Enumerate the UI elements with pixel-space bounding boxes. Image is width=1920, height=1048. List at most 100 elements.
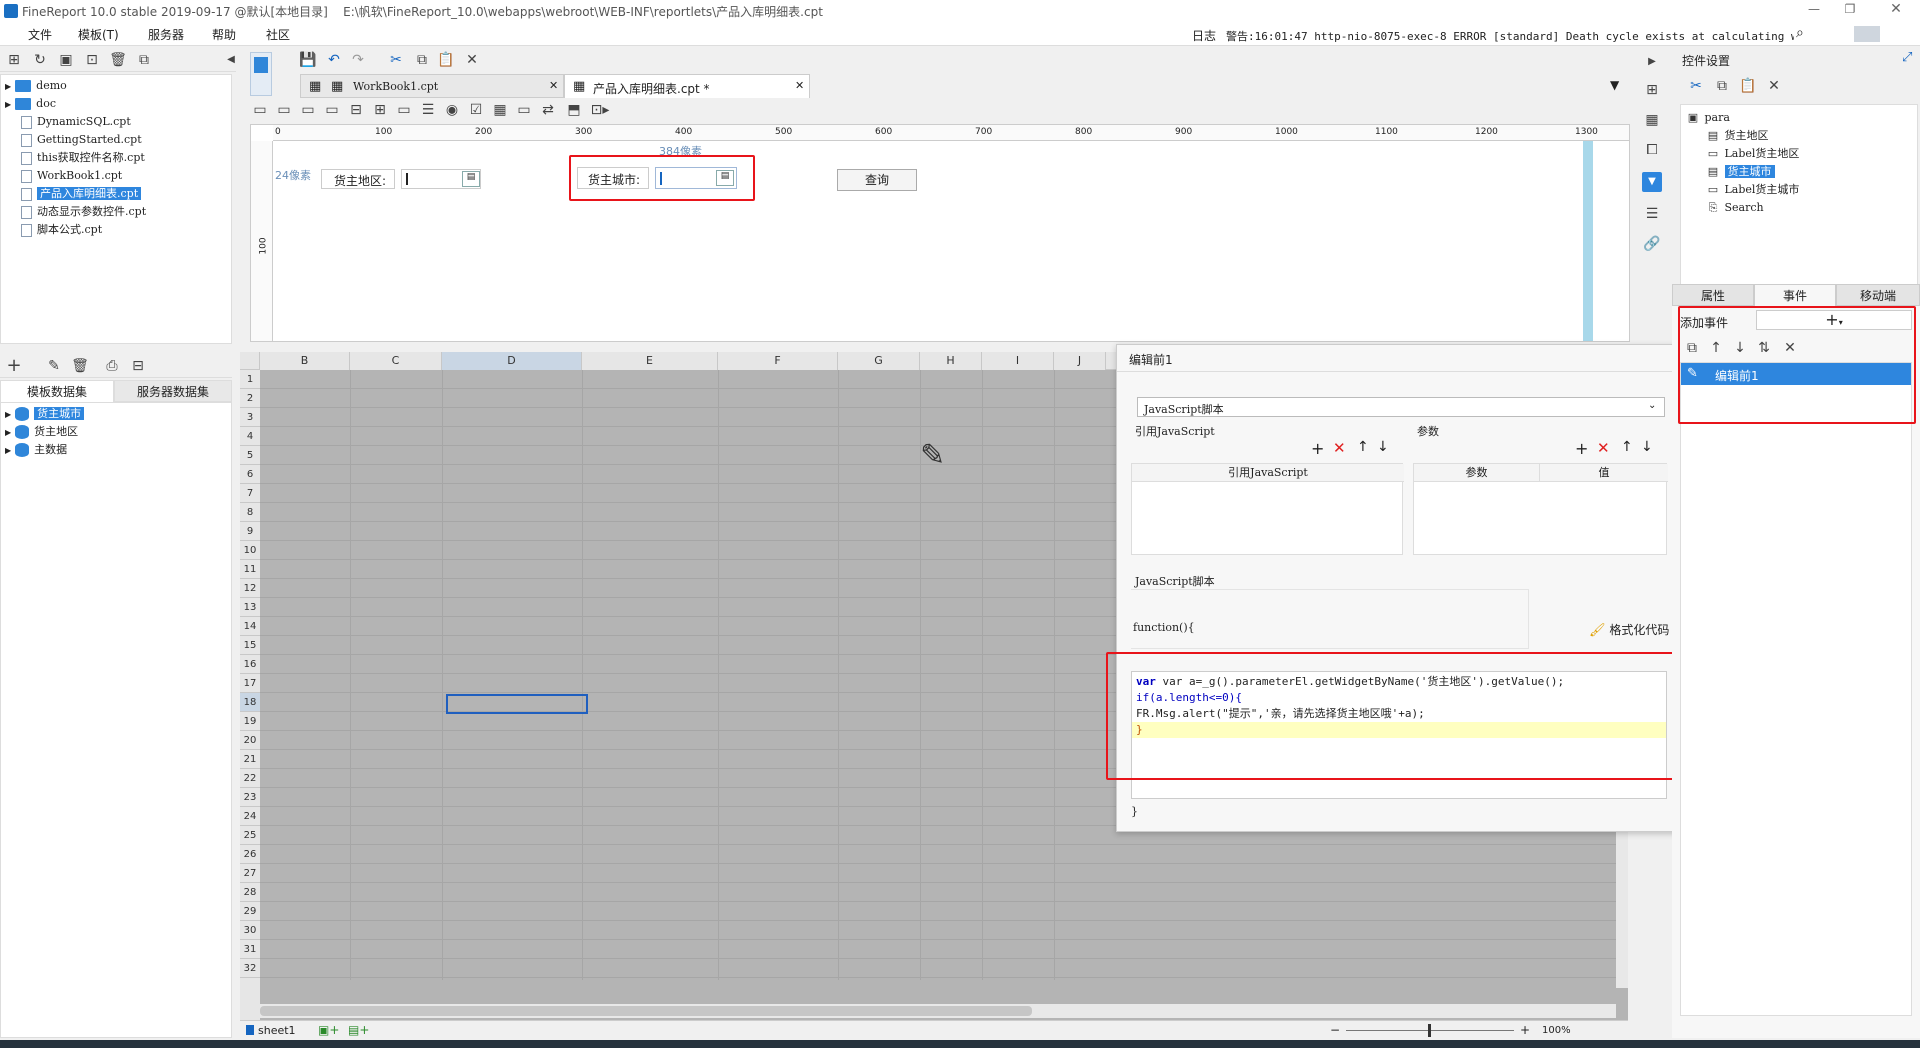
cell-element-icon[interactable]: ⊞ [1642,80,1662,100]
move-up-icon[interactable]: ↑ [1621,439,1633,455]
move-down-icon[interactable]: ↓ [1377,439,1389,455]
tab-workbook1[interactable]: ▦ ▦ WorkBook1.cpt ✕ [300,74,564,98]
col-header[interactable]: G [838,352,920,370]
widget-tree-item-selected[interactable]: ▤ 货主城市 [1705,163,1775,181]
row-number[interactable]: 6 [240,465,260,484]
slider-widget-icon[interactable]: ⇄ [538,100,558,120]
hyperlink-icon[interactable]: 🔗 [1642,234,1662,254]
tab-template-dataset[interactable]: 模板数据集 [0,380,114,402]
zoom-level[interactable]: 100% [1542,1025,1571,1036]
add-icon[interactable]: + [1311,439,1324,458]
tab-mobile[interactable]: 移动端 [1836,284,1920,306]
col-header[interactable]: D [442,352,582,370]
row-number[interactable]: 18 [240,693,260,712]
copy-icon[interactable]: ⧉ [134,50,154,70]
delete-icon[interactable]: ✕ [1764,76,1784,96]
button-widget-icon[interactable]: ▭ [298,100,318,120]
row-number[interactable]: 2 [240,389,260,408]
combo-widget-icon[interactable]: ▭ [322,100,342,120]
label-city-widget[interactable]: 货主城市: [577,167,649,189]
delete-icon[interactable]: ✕ [462,50,482,70]
widget-tree-item[interactable]: ▤ 货主地区 [1705,127,1769,145]
tab-properties[interactable]: 属性 [1672,284,1754,306]
row-number[interactable]: 29 [240,902,260,921]
preview-icon[interactable]: ⎙ [102,356,122,376]
label-widget-icon[interactable]: ▭ [250,100,270,120]
widget-tree-item[interactable]: ▭ Label货主地区 [1705,145,1800,163]
delete-icon[interactable]: ✕ [1780,338,1800,358]
menu-file[interactable]: 文件 [28,26,52,43]
cell-attr-icon[interactable]: ▦ [1642,110,1662,130]
list-widget-icon[interactable]: ☰ [418,100,438,120]
row-number[interactable]: 19 [240,712,260,731]
float-element-icon[interactable]: ⧠ [1642,140,1662,160]
row-number[interactable]: 12 [240,579,260,598]
col-header[interactable]: F [718,352,838,370]
add-poly-sheet-icon[interactable]: ▤+ [348,1023,369,1037]
upload-widget-icon[interactable]: ⬒ [564,100,584,120]
row-number[interactable]: 7 [240,484,260,503]
widget-tree-item[interactable]: ⎘ Search [1705,199,1764,217]
combo-dropdown-icon[interactable]: ▤ [462,171,480,187]
menu-template[interactable]: 模板(T) [78,26,119,43]
pin-icon[interactable]: ⤢ [1902,50,1912,65]
refresh-icon[interactable]: ↻ [30,50,50,70]
tab-product-report[interactable]: ▦ 产品入库明细表.cpt * ✕ [564,74,810,98]
checkbox-widget-icon[interactable]: ☑ [466,100,486,120]
tab-events[interactable]: 事件 [1754,284,1836,306]
search-icon[interactable]: ⌕ [1796,25,1804,41]
row-number[interactable]: 30 [240,921,260,940]
tab-menu-icon[interactable]: ▼ [1610,78,1619,92]
sort-icon[interactable]: ⇅ [1754,338,1774,358]
city-combo-widget[interactable]: ▤ [655,167,737,189]
tree-widget-icon[interactable]: ⊟ [346,100,366,120]
dataset-item[interactable]: ▶ 货主地区 [5,423,78,441]
delete-icon[interactable]: 🗑 [108,50,128,70]
format-code-button[interactable]: 🖌 格式化代码 [1589,621,1669,638]
copy-icon[interactable]: ⧉ [1682,338,1702,358]
row-number[interactable]: 17 [240,674,260,693]
new-folder-icon[interactable]: ⊞ [4,50,24,70]
ref-js-table[interactable]: 引用JavaScript [1131,463,1404,555]
dataset-item[interactable]: ▶ 主数据 [5,441,67,459]
row-number[interactable]: 13 [240,598,260,617]
move-down-icon[interactable]: ↓ [1730,338,1750,358]
col-header[interactable]: E [582,352,718,370]
script-type-select[interactable]: JavaScript脚本 ⌄ [1137,397,1665,417]
tree-item-doc[interactable]: ▶ doc [5,95,56,113]
cut-icon[interactable]: ✂ [1686,76,1706,96]
cut-icon[interactable]: ✂ [386,50,406,70]
tree-item-file[interactable]: DynamicSQL.cpt [21,113,131,131]
copy-icon[interactable]: ⧉ [412,50,432,70]
tree-item-file[interactable]: this获取控件名称.cpt [21,149,145,167]
add-event-button[interactable]: +▾ [1756,310,1912,330]
row-number[interactable]: 14 [240,617,260,636]
tree-item-file[interactable]: 脚本公式.cpt [21,221,102,239]
event-item[interactable]: ✎ 编辑前1 [1681,363,1911,385]
dataset-item[interactable]: ▶ 货主城市 [5,405,85,423]
move-up-icon[interactable]: ↑ [1706,338,1726,358]
row-number[interactable]: 22 [240,769,260,788]
menu-help[interactable]: 帮助 [212,26,236,43]
tree-item-file[interactable]: GettingStarted.cpt [21,131,142,149]
tab-server-dataset[interactable]: 服务器数据集 [114,380,232,402]
col-header[interactable]: J [1054,352,1106,370]
move-up-icon[interactable]: ↑ [1357,439,1369,455]
area-combo-widget[interactable]: ▤ [401,169,481,189]
text-widget-icon[interactable]: ▭ [274,100,294,120]
row-number[interactable]: 1 [240,370,260,389]
horizontal-scrollbar[interactable] [260,1004,1616,1018]
redo-icon[interactable]: ↷ [348,50,368,70]
row-number[interactable]: 28 [240,883,260,902]
date-widget-icon[interactable]: ▦ [490,100,510,120]
code-editor[interactable]: var var a=_g().parameterEl.getWidgetByNa… [1131,671,1667,799]
row-number[interactable]: 27 [240,864,260,883]
tree-item-file-selected[interactable]: 产品入库明细表.cpt [21,185,142,203]
row-number[interactable]: 4 [240,427,260,446]
sql-icon[interactable]: ⊟ [128,356,148,376]
tree-item-file[interactable]: 动态显示参数控件.cpt [21,203,146,221]
close-tab-icon[interactable]: ✕ [795,79,804,92]
widget-settings-icon[interactable]: ▼ [1642,172,1662,192]
widget-tree-root[interactable]: ▣ para [1685,109,1730,127]
row-number[interactable]: 21 [240,750,260,769]
